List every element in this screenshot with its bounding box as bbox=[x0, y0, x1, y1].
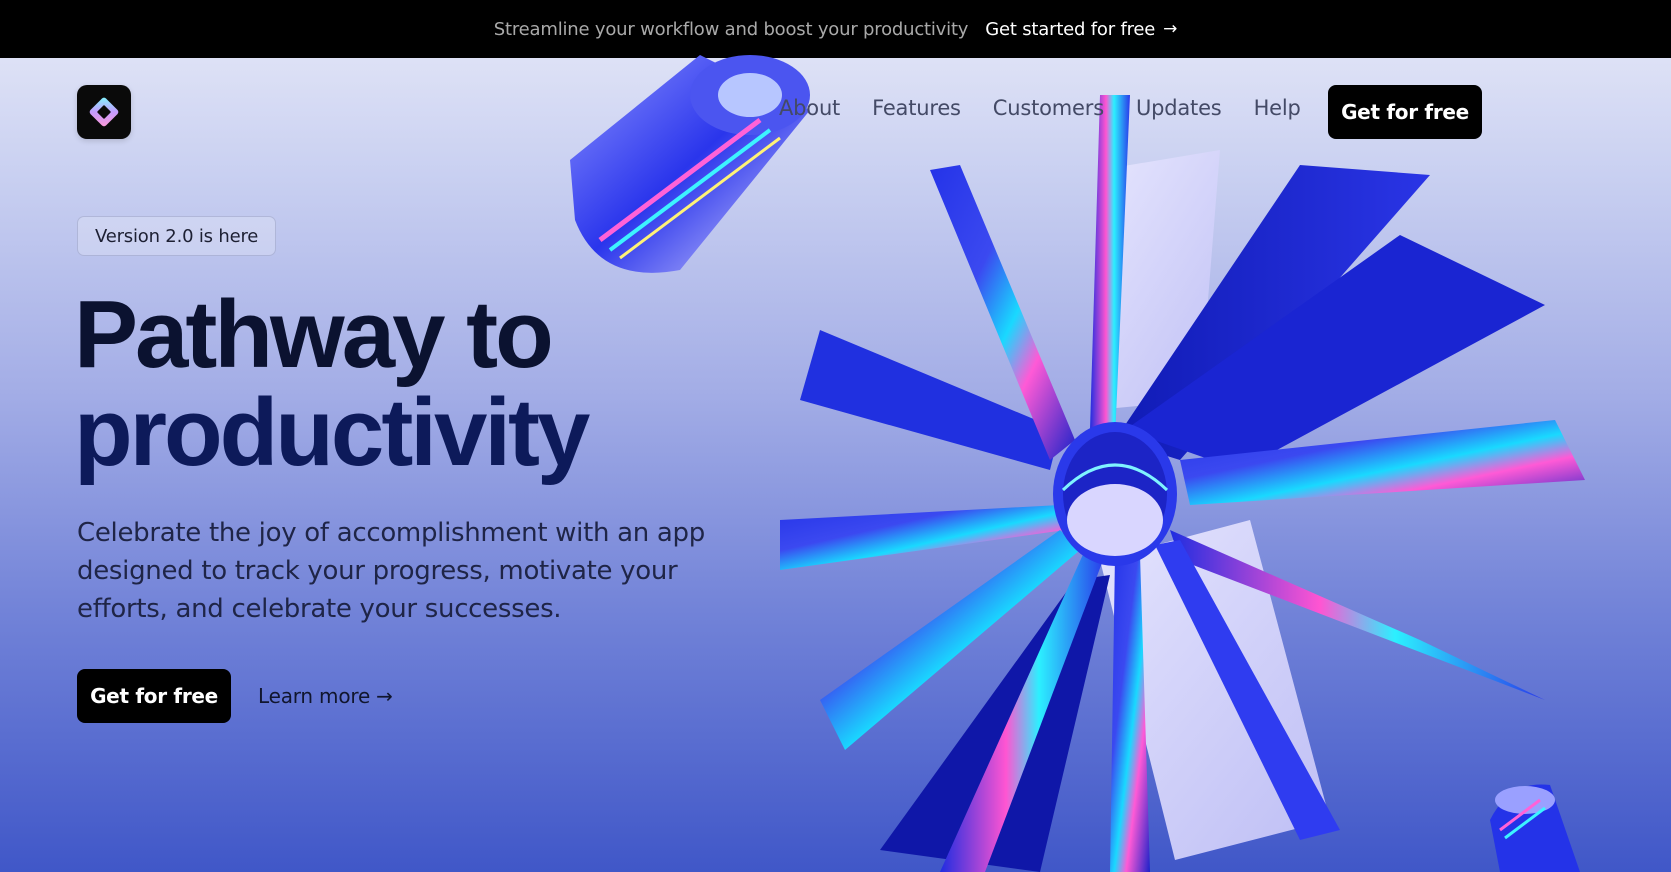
hero-description: Celebrate the joy of accomplishment with… bbox=[77, 518, 705, 624]
arrow-right-icon: → bbox=[1163, 19, 1178, 39]
announcement-cta-link[interactable]: Get started for free → bbox=[985, 19, 1177, 40]
headline-line-1: Pathway to bbox=[74, 281, 554, 388]
nav-link-features[interactable]: Features bbox=[872, 96, 961, 120]
headline-line-2: productivity bbox=[74, 379, 590, 486]
learn-more-link[interactable]: Learn more → bbox=[258, 681, 393, 711]
learn-more-label: Learn more bbox=[258, 684, 371, 708]
nav-link-customers[interactable]: Customers bbox=[993, 96, 1104, 120]
announcement-message: Streamline your workflow and boost your … bbox=[493, 18, 969, 40]
nav-link-about[interactable]: About bbox=[779, 96, 840, 120]
version-badge: Version 2.0 is here bbox=[77, 216, 277, 256]
announcement-cta-label: Get started for free bbox=[985, 18, 1156, 40]
diamond-logo-icon bbox=[88, 96, 120, 128]
arrow-right-icon: → bbox=[376, 684, 393, 708]
announcement-bar: Streamline your workflow and boost your … bbox=[0, 0, 1671, 58]
get-for-free-button[interactable]: Get for free bbox=[77, 669, 231, 723]
nav-link-updates[interactable]: Updates bbox=[1136, 96, 1222, 120]
logo[interactable] bbox=[77, 85, 131, 139]
nav-link-help[interactable]: Help bbox=[1254, 96, 1301, 120]
page-title: Pathway to productivity bbox=[74, 286, 774, 482]
main-nav: About Features Customers Updates Help bbox=[779, 96, 1301, 120]
header-get-for-free-button[interactable]: Get for free bbox=[1328, 85, 1482, 139]
